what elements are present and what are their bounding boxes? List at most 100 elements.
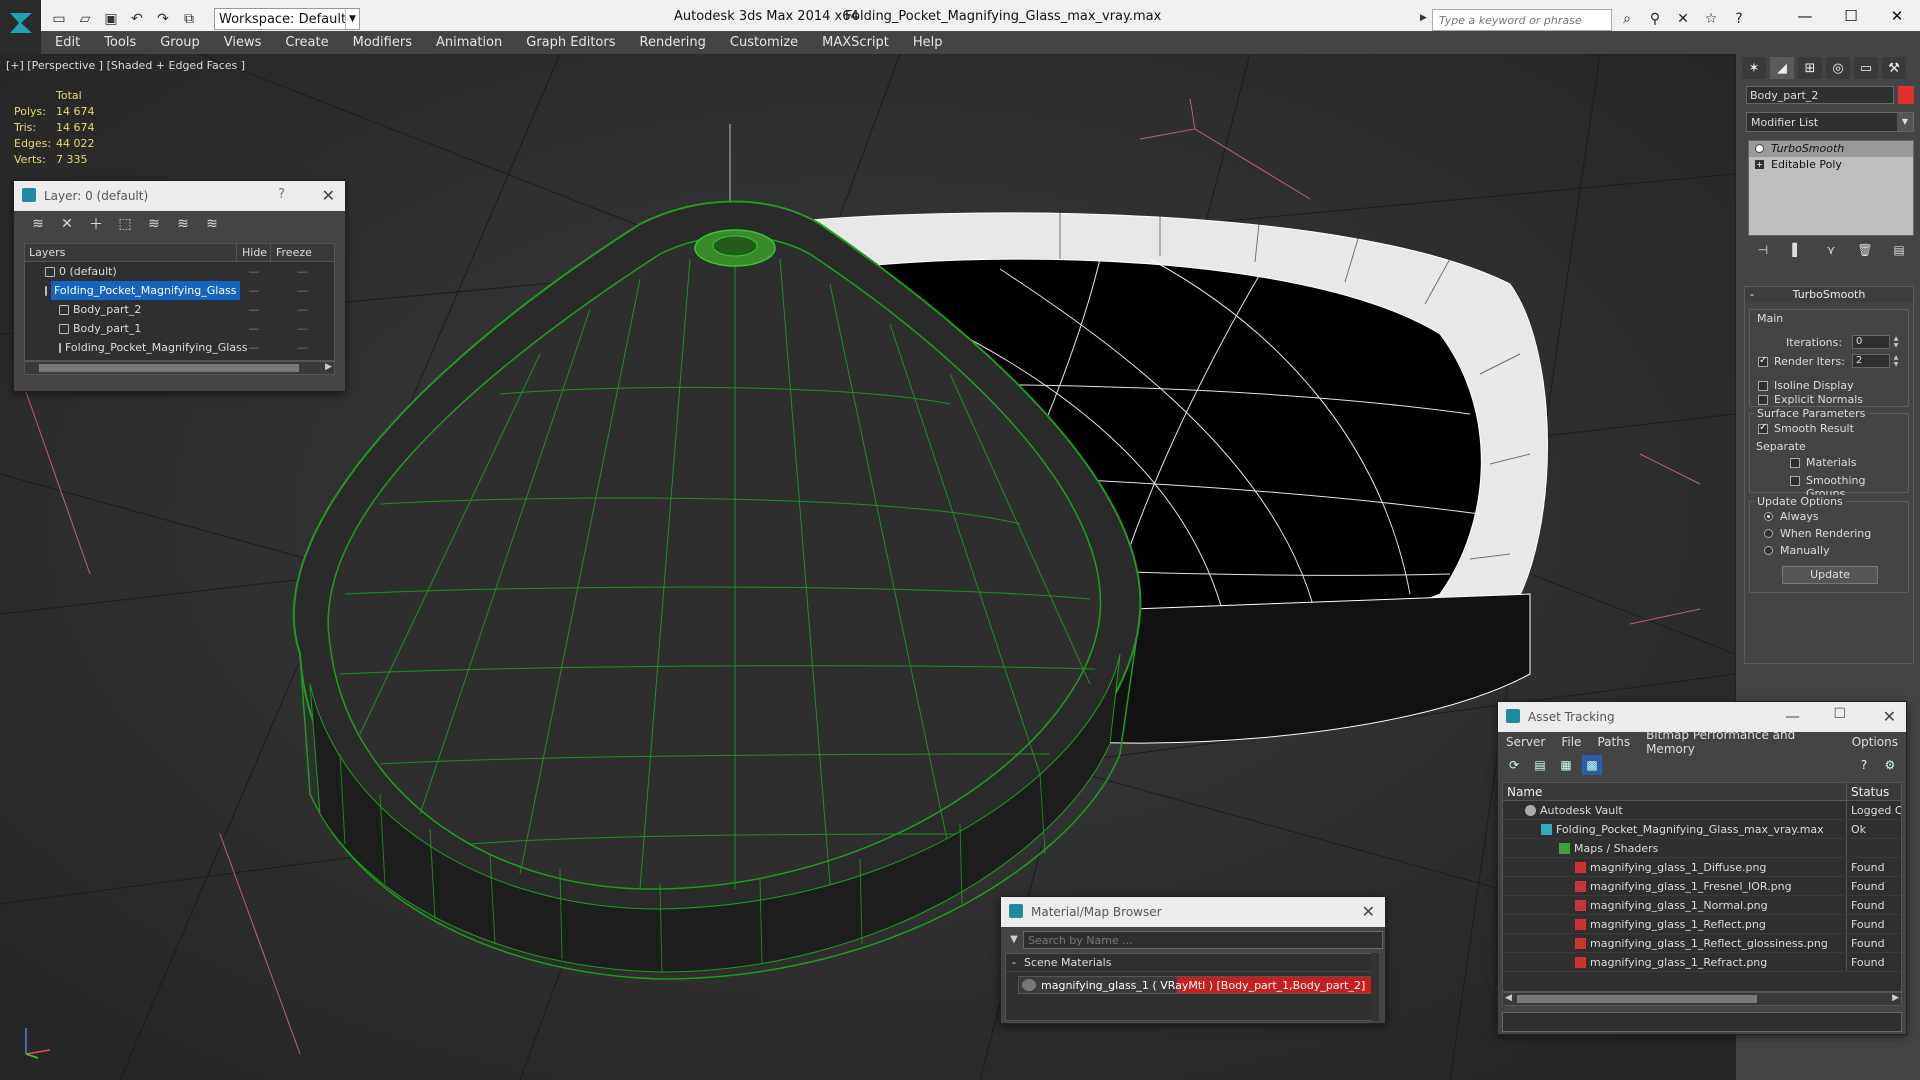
asset-row[interactable]: magnifying_glass_1_Fresnel_IOR.png Found xyxy=(1503,877,1901,896)
close-icon[interactable]: ✕ xyxy=(1874,0,1920,32)
modifier-list-dropdown[interactable]: Modifier List ▼ xyxy=(1746,112,1914,132)
maximize-icon[interactable]: ☐ xyxy=(1833,706,1846,722)
render-iters-checkbox[interactable] xyxy=(1758,355,1768,367)
asset-row[interactable]: magnifying_glass_1_Refract.png Found xyxy=(1503,953,1901,972)
column-freeze[interactable]: Freeze xyxy=(271,244,334,261)
workspace-select[interactable]: Workspace: Default ▼ xyxy=(214,8,360,30)
menu-group[interactable]: Group xyxy=(148,35,212,50)
asset-path-field[interactable] xyxy=(1502,1012,1902,1032)
new-file-icon[interactable]: ▭ xyxy=(48,9,70,29)
close-icon[interactable]: ✕ xyxy=(1883,707,1896,726)
object-name-field[interactable]: Body_part_2 xyxy=(1746,86,1894,104)
hide-toggle[interactable]: — xyxy=(237,262,271,281)
close-icon[interactable]: ✕ xyxy=(322,186,335,205)
freeze-toggle[interactable]: — xyxy=(271,262,334,281)
menu-graph-editors[interactable]: Graph Editors xyxy=(514,35,627,50)
configure-sets-icon[interactable]: ▤ xyxy=(1888,240,1910,260)
scrollbar-thumb[interactable] xyxy=(1517,995,1757,1003)
column-name[interactable]: Name xyxy=(1503,783,1847,800)
list-view-icon[interactable]: ▤ xyxy=(1530,755,1550,775)
app-menu-button[interactable] xyxy=(0,0,41,48)
help-icon[interactable]: ? xyxy=(278,187,285,202)
menu-views[interactable]: Views xyxy=(212,35,274,50)
spinner-arrows-icon[interactable]: ▲ ▼ xyxy=(1892,354,1900,368)
viewport-label[interactable]: [+] [Perspective ] [Shaded + Edged Faces… xyxy=(6,59,245,72)
material-browser-titlebar[interactable]: Material/Map Browser ✕ xyxy=(1001,897,1385,927)
chevron-left-icon[interactable]: ◀ xyxy=(1505,993,1512,1003)
column-layers[interactable]: Layers xyxy=(25,244,237,261)
show-end-result-icon[interactable]: ▌ xyxy=(1786,240,1808,260)
binoculars-icon[interactable]: ⌕ xyxy=(1616,9,1638,29)
menu-modifiers[interactable]: Modifiers xyxy=(341,35,424,50)
filter-dropdown-icon[interactable]: ▼ xyxy=(1005,931,1023,949)
freeze-toggle[interactable]: — xyxy=(271,338,334,357)
stack-item-editable-poly[interactable]: + Editable Poly xyxy=(1749,157,1913,173)
freeze-toggle[interactable]: — xyxy=(271,319,334,338)
subscription-icon[interactable]: ⚲ xyxy=(1644,9,1666,29)
asset-row[interactable]: Maps / Shaders xyxy=(1503,839,1901,858)
isoline-checkbox[interactable] xyxy=(1758,381,1768,391)
asset-row[interactable]: magnifying_glass_1_Reflect.png Found xyxy=(1503,915,1901,934)
menu-customize[interactable]: Customize xyxy=(718,35,810,50)
keyword-search-input[interactable] xyxy=(1433,10,1611,30)
help-icon[interactable]: ? xyxy=(1728,9,1750,29)
menu-server[interactable]: Server xyxy=(1498,735,1553,749)
create-tab-icon[interactable]: ✶ xyxy=(1742,57,1766,79)
materials-checkbox[interactable] xyxy=(1790,458,1800,468)
rollout-header[interactable]: - TurboSmooth xyxy=(1745,287,1913,303)
refresh-icon[interactable]: ⟳ xyxy=(1504,755,1524,775)
asset-row[interactable]: Folding_Pocket_Magnifying_Glass_max_vray… xyxy=(1503,820,1901,839)
freeze-toggle[interactable]: — xyxy=(271,300,334,319)
expand-icon[interactable]: + xyxy=(1755,160,1764,169)
column-hide[interactable]: Hide xyxy=(237,244,271,261)
vault-settings-icon[interactable]: ⚙ xyxy=(1880,755,1900,775)
menu-rendering[interactable]: Rendering xyxy=(628,35,718,50)
menu-tools[interactable]: Tools xyxy=(92,35,148,50)
motion-tab-icon[interactable]: ◎ xyxy=(1826,57,1850,79)
project-folder-icon[interactable]: ⧉ xyxy=(178,9,200,29)
close-icon[interactable]: ✕ xyxy=(1362,902,1375,921)
layer-row[interactable]: Body_part_1 — — xyxy=(25,319,334,338)
highlight-layer-icon[interactable]: ≋ xyxy=(144,214,164,234)
asset-tracking-titlebar[interactable]: Asset Tracking — ☐ ✕ xyxy=(1498,702,1906,732)
update-button[interactable]: Update xyxy=(1782,566,1878,584)
always-radio[interactable] xyxy=(1764,512,1773,521)
menu-file[interactable]: File xyxy=(1553,735,1589,749)
menu-maxscript[interactable]: MAXScript xyxy=(810,35,901,50)
utilities-tab-icon[interactable]: ⚒ xyxy=(1882,57,1906,79)
hide-toggle[interactable]: — xyxy=(237,281,271,300)
hierarchy-tab-icon[interactable]: ⊞ xyxy=(1798,57,1822,79)
when-rendering-radio[interactable] xyxy=(1764,529,1773,538)
layer-row[interactable]: Body_part_2 — — xyxy=(25,300,334,319)
chevron-right-icon[interactable]: ▶ xyxy=(1892,993,1899,1003)
layer-row[interactable]: Folding_Pocket_Magnifying_Glass — — xyxy=(25,281,334,300)
smoothing-groups-checkbox[interactable] xyxy=(1790,476,1800,486)
stack-item-turbosmooth[interactable]: TurboSmooth xyxy=(1749,141,1913,157)
select-in-layer-icon[interactable]: ⬚ xyxy=(115,214,135,234)
redo-icon[interactable]: ↷ xyxy=(152,9,174,29)
render-iters-spinner[interactable]: 2 xyxy=(1852,354,1890,368)
open-file-icon[interactable]: ▱ xyxy=(74,9,96,29)
layer-row[interactable]: 0 (default) — — xyxy=(25,262,334,281)
hide-toggle[interactable]: — xyxy=(237,338,271,357)
delete-layer-icon[interactable]: ✕ xyxy=(57,214,77,234)
display-tab-icon[interactable]: ▭ xyxy=(1854,57,1878,79)
favorites-star-icon[interactable]: ☆ xyxy=(1700,9,1722,29)
hide-toggle[interactable]: — xyxy=(237,319,271,338)
asset-row[interactable]: Autodesk Vault Logged O xyxy=(1503,801,1901,820)
remove-modifier-icon[interactable]: 🗑 xyxy=(1854,240,1876,260)
freeze-all-icon[interactable]: ≋ xyxy=(202,214,222,234)
smooth-result-checkbox[interactable] xyxy=(1758,422,1768,434)
column-status[interactable]: Status xyxy=(1847,783,1901,800)
layer-row[interactable]: Folding_Pocket_Magnifying_Glass — — xyxy=(25,338,334,357)
layer-window-titlebar[interactable]: Layer: 0 (default) ? ✕ xyxy=(14,181,345,211)
asset-row[interactable]: magnifying_glass_1_Normal.png Found xyxy=(1503,896,1901,915)
new-layer-icon[interactable]: ≋ xyxy=(28,214,48,234)
vault-help-icon[interactable]: ? xyxy=(1854,755,1874,775)
table-view-icon[interactable]: ▩ xyxy=(1582,755,1602,775)
menu-create[interactable]: Create xyxy=(273,35,340,50)
material-vertical-scrollbar[interactable] xyxy=(1371,953,1379,1021)
asset-horizontal-scrollbar[interactable]: ◀ ▶ xyxy=(1502,992,1902,1006)
scene-materials-section[interactable]: Scene Materials xyxy=(1006,954,1374,972)
menu-animation[interactable]: Animation xyxy=(424,35,514,50)
